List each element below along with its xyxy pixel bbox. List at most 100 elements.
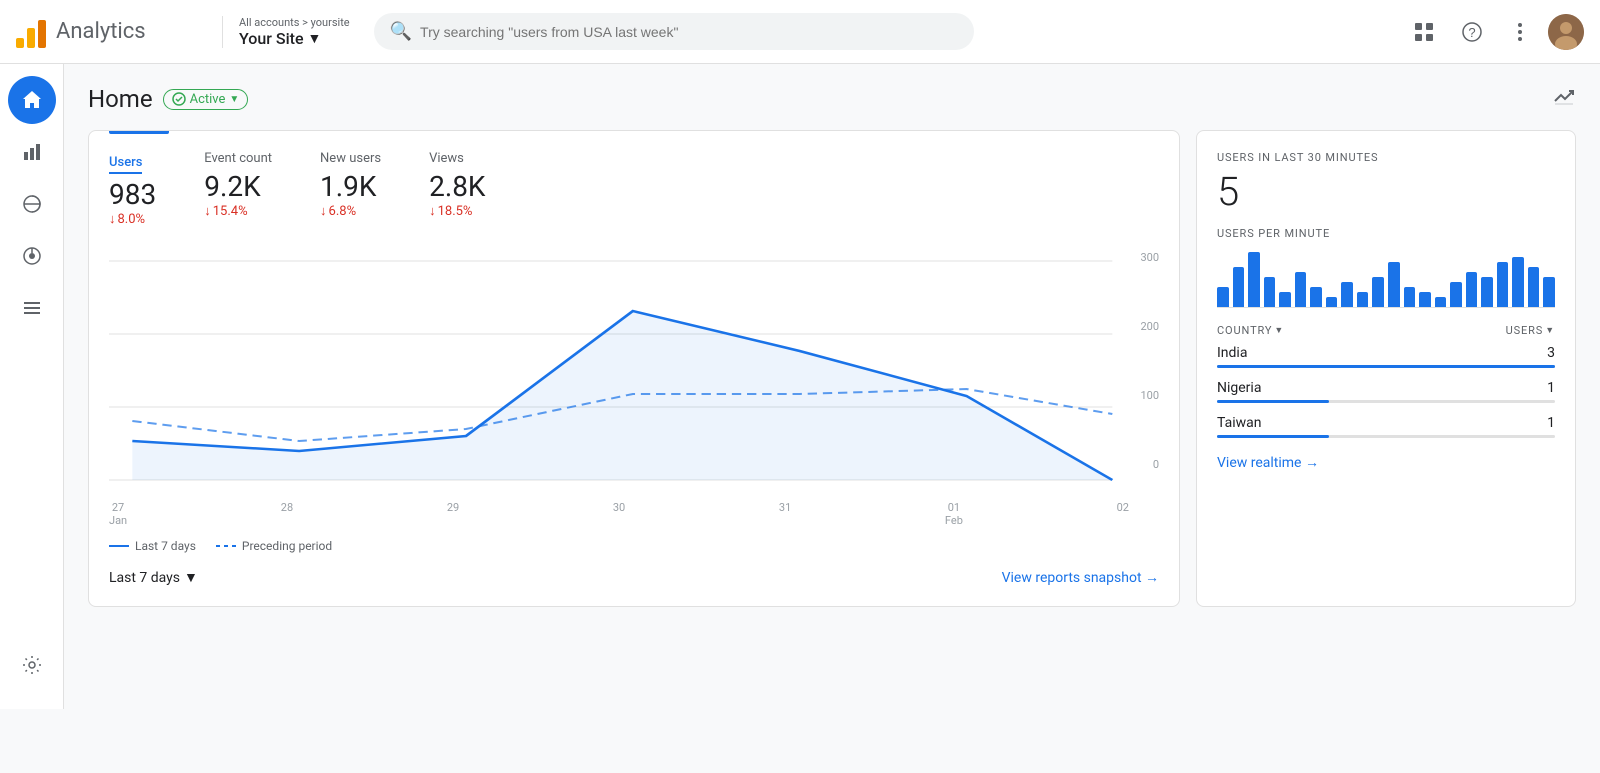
bar-chart-bar: [1512, 257, 1524, 307]
metric-label-events: Event count: [204, 151, 272, 166]
bar-chart-bar: [1450, 282, 1462, 307]
bar-chart-bar: [1217, 287, 1229, 307]
bar-chart-bar: [1435, 297, 1447, 307]
sidebar-item-configure[interactable]: [8, 284, 56, 332]
sidebar-item-home[interactable]: [8, 76, 56, 124]
svg-text:?: ?: [1468, 25, 1475, 40]
sidebar-item-explore[interactable]: [8, 180, 56, 228]
sidebar-item-advertising[interactable]: [8, 232, 56, 280]
time-selector-chevron: ▼: [184, 569, 198, 586]
y-axis: 300 200 100 0: [1129, 251, 1159, 471]
country-header-right[interactable]: USERS ▼: [1506, 324, 1555, 337]
right-card-footer: View realtime →: [1217, 454, 1555, 471]
metric-new-users[interactable]: New users 1.9K ↓ 6.8%: [320, 151, 381, 227]
apps-button[interactable]: [1404, 12, 1444, 52]
country-row: Nigeria 1: [1217, 380, 1555, 403]
bar-chart-bar: [1326, 297, 1338, 307]
breadcrumb: All accounts > yoursite: [239, 16, 350, 29]
country-table: India 3 Nigeria 1 Taiwan 1: [1217, 345, 1555, 438]
sidebar-bottom: [8, 641, 56, 693]
metric-change-views: ↓ 18.5%: [429, 203, 485, 219]
bar-chart-bar: [1264, 277, 1276, 307]
bar-chart-bar: [1357, 292, 1369, 307]
page-title-area: Home Active ▼: [88, 85, 248, 113]
x-axis: 27Jan 28x 29x 30x 31x 01Feb 02x: [109, 501, 1159, 527]
legend-label-dashed: Preceding period: [242, 539, 332, 553]
card-footer: Last 7 days ▼ View reports snapshot →: [109, 569, 1159, 586]
country-users: 1: [1547, 415, 1555, 431]
explore-icon: [22, 194, 42, 214]
status-badge[interactable]: Active ▼: [163, 89, 249, 110]
country-name: India: [1217, 345, 1247, 361]
metric-change-users: ↓ 8.0%: [109, 211, 156, 227]
country-chevron-icon: ▼: [1274, 325, 1284, 336]
app-name: Analytics: [56, 19, 146, 44]
country-users: 1: [1547, 380, 1555, 396]
chart-area: 300 200 100 0: [109, 251, 1159, 501]
view-reports-link[interactable]: View reports snapshot →: [1002, 569, 1159, 586]
line-chart: [109, 251, 1159, 501]
settings-icon: [22, 655, 42, 675]
right-card: USERS IN LAST 30 MINUTES 5 USERS PER MIN…: [1196, 130, 1576, 607]
avatar[interactable]: [1548, 14, 1584, 50]
legend-dashed: Preceding period: [216, 539, 332, 553]
country-bar-track: [1217, 400, 1555, 403]
trend-icon[interactable]: [1552, 84, 1576, 114]
sidebar-item-reports[interactable]: [8, 128, 56, 176]
help-icon: ?: [1462, 22, 1482, 42]
bar-chart-bar: [1279, 292, 1291, 307]
country-name: Nigeria: [1217, 380, 1261, 396]
help-button[interactable]: ?: [1452, 12, 1492, 52]
legend-line-solid: [109, 545, 129, 547]
country-bar-fill: [1217, 400, 1329, 403]
logo-icon: [16, 16, 46, 48]
bar-chart-bar: [1388, 262, 1400, 307]
status-chevron: ▼: [229, 94, 239, 105]
search-input[interactable]: [420, 24, 958, 40]
main-content: Home Active ▼: [64, 64, 1600, 709]
metric-users[interactable]: Users 983 ↓ 8.0%: [109, 151, 156, 227]
country-bar-track: [1217, 365, 1555, 368]
country-header-left[interactable]: COUNTRY ▼: [1217, 324, 1284, 337]
country-table-header: COUNTRY ▼ USERS ▼: [1217, 324, 1555, 337]
bar-chart-bar: [1295, 272, 1307, 307]
chevron-down-icon: ▼: [308, 30, 322, 47]
country-bar-fill: [1217, 435, 1329, 438]
metric-change-events: ↓ 15.4%: [204, 203, 272, 219]
check-circle-icon: [172, 92, 186, 106]
per-minute-bar-chart: [1217, 248, 1555, 308]
country-name: Taiwan: [1217, 415, 1261, 431]
bar-chart-bar: [1543, 277, 1555, 307]
metric-views[interactable]: Views 2.8K ↓ 18.5%: [429, 151, 485, 227]
logo-area: Analytics: [16, 16, 206, 48]
country-bar-fill: [1217, 365, 1555, 368]
more-icon: [1518, 23, 1522, 41]
page-header: Home Active ▼: [88, 84, 1576, 114]
main-card: Users 983 ↓ 8.0% Event count 9.2K ↓ 15.4…: [88, 130, 1180, 607]
reports-icon: [22, 142, 42, 162]
metric-value-views: 2.8K: [429, 170, 485, 203]
time-selector-label: Last 7 days: [109, 570, 180, 586]
more-button[interactable]: [1500, 12, 1540, 52]
bar-chart-bar: [1233, 267, 1245, 307]
search-icon: 🔍: [390, 21, 412, 42]
site-selector[interactable]: All accounts > yoursite Your Site ▼: [222, 16, 350, 48]
metric-value-events: 9.2K: [204, 170, 272, 203]
view-realtime-link[interactable]: View realtime →: [1217, 454, 1555, 471]
site-name[interactable]: Your Site ▼: [239, 29, 350, 48]
time-selector[interactable]: Last 7 days ▼: [109, 569, 198, 586]
users-chevron-icon: ▼: [1545, 325, 1555, 336]
search-bar[interactable]: 🔍: [374, 13, 974, 50]
per-minute-title: USERS PER MINUTE: [1217, 227, 1555, 240]
bar-chart-bar: [1404, 287, 1416, 307]
settings-button[interactable]: [8, 641, 56, 689]
content-row: Users 983 ↓ 8.0% Event count 9.2K ↓ 15.4…: [88, 130, 1576, 607]
metric-label-users: Users: [109, 155, 142, 174]
bar-chart-bar: [1372, 277, 1384, 307]
bar-chart-bar: [1481, 277, 1493, 307]
realtime-title: USERS IN LAST 30 MINUTES: [1217, 151, 1555, 164]
metric-change-new-users: ↓ 6.8%: [320, 203, 381, 219]
status-text: Active: [190, 92, 226, 107]
configure-icon: [22, 298, 42, 318]
metric-event-count[interactable]: Event count 9.2K ↓ 15.4%: [204, 151, 272, 227]
